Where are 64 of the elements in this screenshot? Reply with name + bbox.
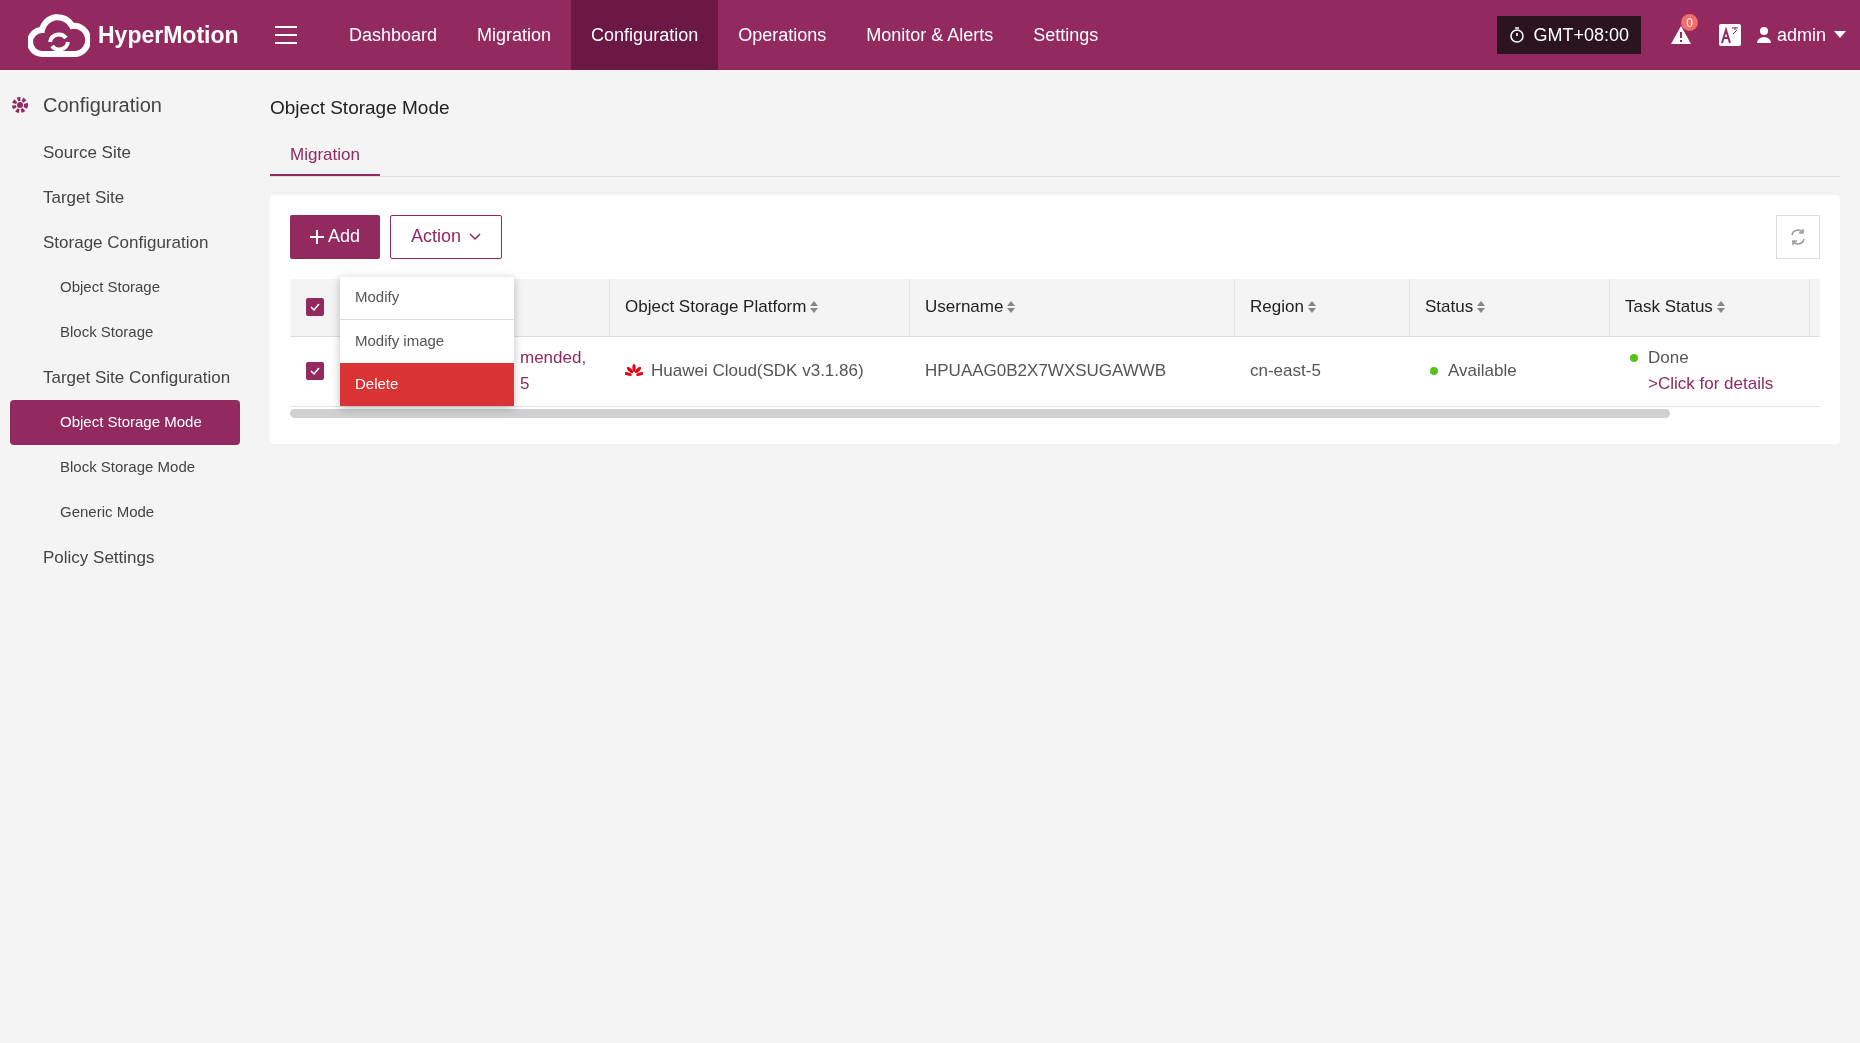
table-cell-text: mended,: [520, 347, 588, 369]
alert-icon[interactable]: [1670, 26, 1691, 44]
sidebar-subitem[interactable]: Generic Mode: [10, 490, 240, 535]
sidebar-item[interactable]: Target Site: [10, 175, 250, 220]
nav-tab[interactable]: Settings: [1013, 0, 1119, 70]
nav-tab[interactable]: Monitor & Alerts: [846, 0, 1014, 70]
sidebar-item[interactable]: Storage Configuration: [10, 220, 250, 265]
checkbox[interactable]: [306, 298, 324, 316]
sort-icon[interactable]: [1477, 301, 1486, 313]
table-cell-text: cn-east-5: [1250, 360, 1321, 383]
app-name: HyperMotion: [98, 20, 239, 50]
sort-icon[interactable]: [1307, 301, 1316, 313]
action-dropdown-button[interactable]: Action: [390, 214, 503, 259]
horizontal-scrollbar[interactable]: [290, 408, 1670, 418]
details-link[interactable]: >Click for details: [1648, 371, 1790, 397]
column-header: Username: [925, 296, 1004, 319]
cloud-logo-icon: [28, 12, 90, 58]
table-cell-text: Done: [1648, 347, 1689, 369]
sidebar-subitem[interactable]: Object Storage: [10, 265, 240, 310]
sort-icon[interactable]: [1007, 301, 1016, 313]
user-name[interactable]: admin: [1776, 21, 1826, 49]
nav-tab[interactable]: Migration: [457, 0, 572, 70]
table-cell-text: Available: [1448, 360, 1517, 383]
clock-icon: [1509, 27, 1526, 43]
refresh-icon: [1789, 227, 1807, 246]
sidebar-title: Configuration: [43, 93, 162, 118]
sidebar-item[interactable]: Policy Settings: [10, 535, 250, 580]
refresh-button[interactable]: [1776, 214, 1820, 259]
sidebar-subitem[interactable]: Object Storage Mode: [10, 400, 240, 445]
column-header: Object Storage Platform: [625, 296, 807, 319]
check-icon: [309, 365, 321, 377]
timezone-button[interactable]: GMT+08:00: [1497, 16, 1641, 54]
add-button[interactable]: Add: [290, 214, 381, 259]
menu-icon[interactable]: [275, 25, 297, 45]
nav-tab[interactable]: Operations: [718, 0, 847, 70]
menu-item[interactable]: Modify: [340, 276, 514, 320]
column-header: Region: [1250, 296, 1304, 319]
sidebar-subitem[interactable]: Block Storage Mode: [10, 445, 240, 490]
table-cell-text: Huawei Cloud(SDK v3.1.86): [651, 360, 864, 383]
table-cell-text: HPUAAG0B2X7WXSUGAWWB: [925, 360, 1167, 383]
nav-tab[interactable]: Configuration: [571, 0, 719, 70]
page-title: Object Storage Mode: [270, 96, 451, 120]
sidebar-item[interactable]: Source Site: [10, 130, 250, 175]
sidebar-item[interactable]: Target Site Configuration: [10, 355, 250, 400]
sort-icon[interactable]: [1716, 301, 1725, 313]
sidebar-subitem[interactable]: Block Storage: [10, 310, 240, 355]
sort-icon[interactable]: [810, 301, 819, 313]
checkbox[interactable]: [306, 362, 324, 380]
caret-icon[interactable]: [1834, 31, 1846, 39]
column-header: Task Status: [1625, 296, 1713, 319]
plus-icon: [310, 229, 324, 244]
tab[interactable]: Migration: [270, 142, 380, 176]
nav-tab[interactable]: Dashboard: [329, 0, 458, 70]
translate-icon[interactable]: [1718, 24, 1741, 46]
alert-count-badge: 0: [1680, 14, 1698, 31]
timezone-label: GMT+08:00: [1533, 23, 1629, 47]
chevron-down-icon: [469, 232, 482, 241]
petal-logo-icon: [625, 364, 643, 378]
table-cell-text: 5: [520, 373, 531, 395]
column-header: Status: [1425, 296, 1474, 319]
menu-item[interactable]: Delete: [340, 362, 514, 406]
check-icon: [309, 301, 321, 313]
menu-item[interactable]: Modify image: [340, 319, 514, 363]
user-icon: [1756, 27, 1771, 43]
